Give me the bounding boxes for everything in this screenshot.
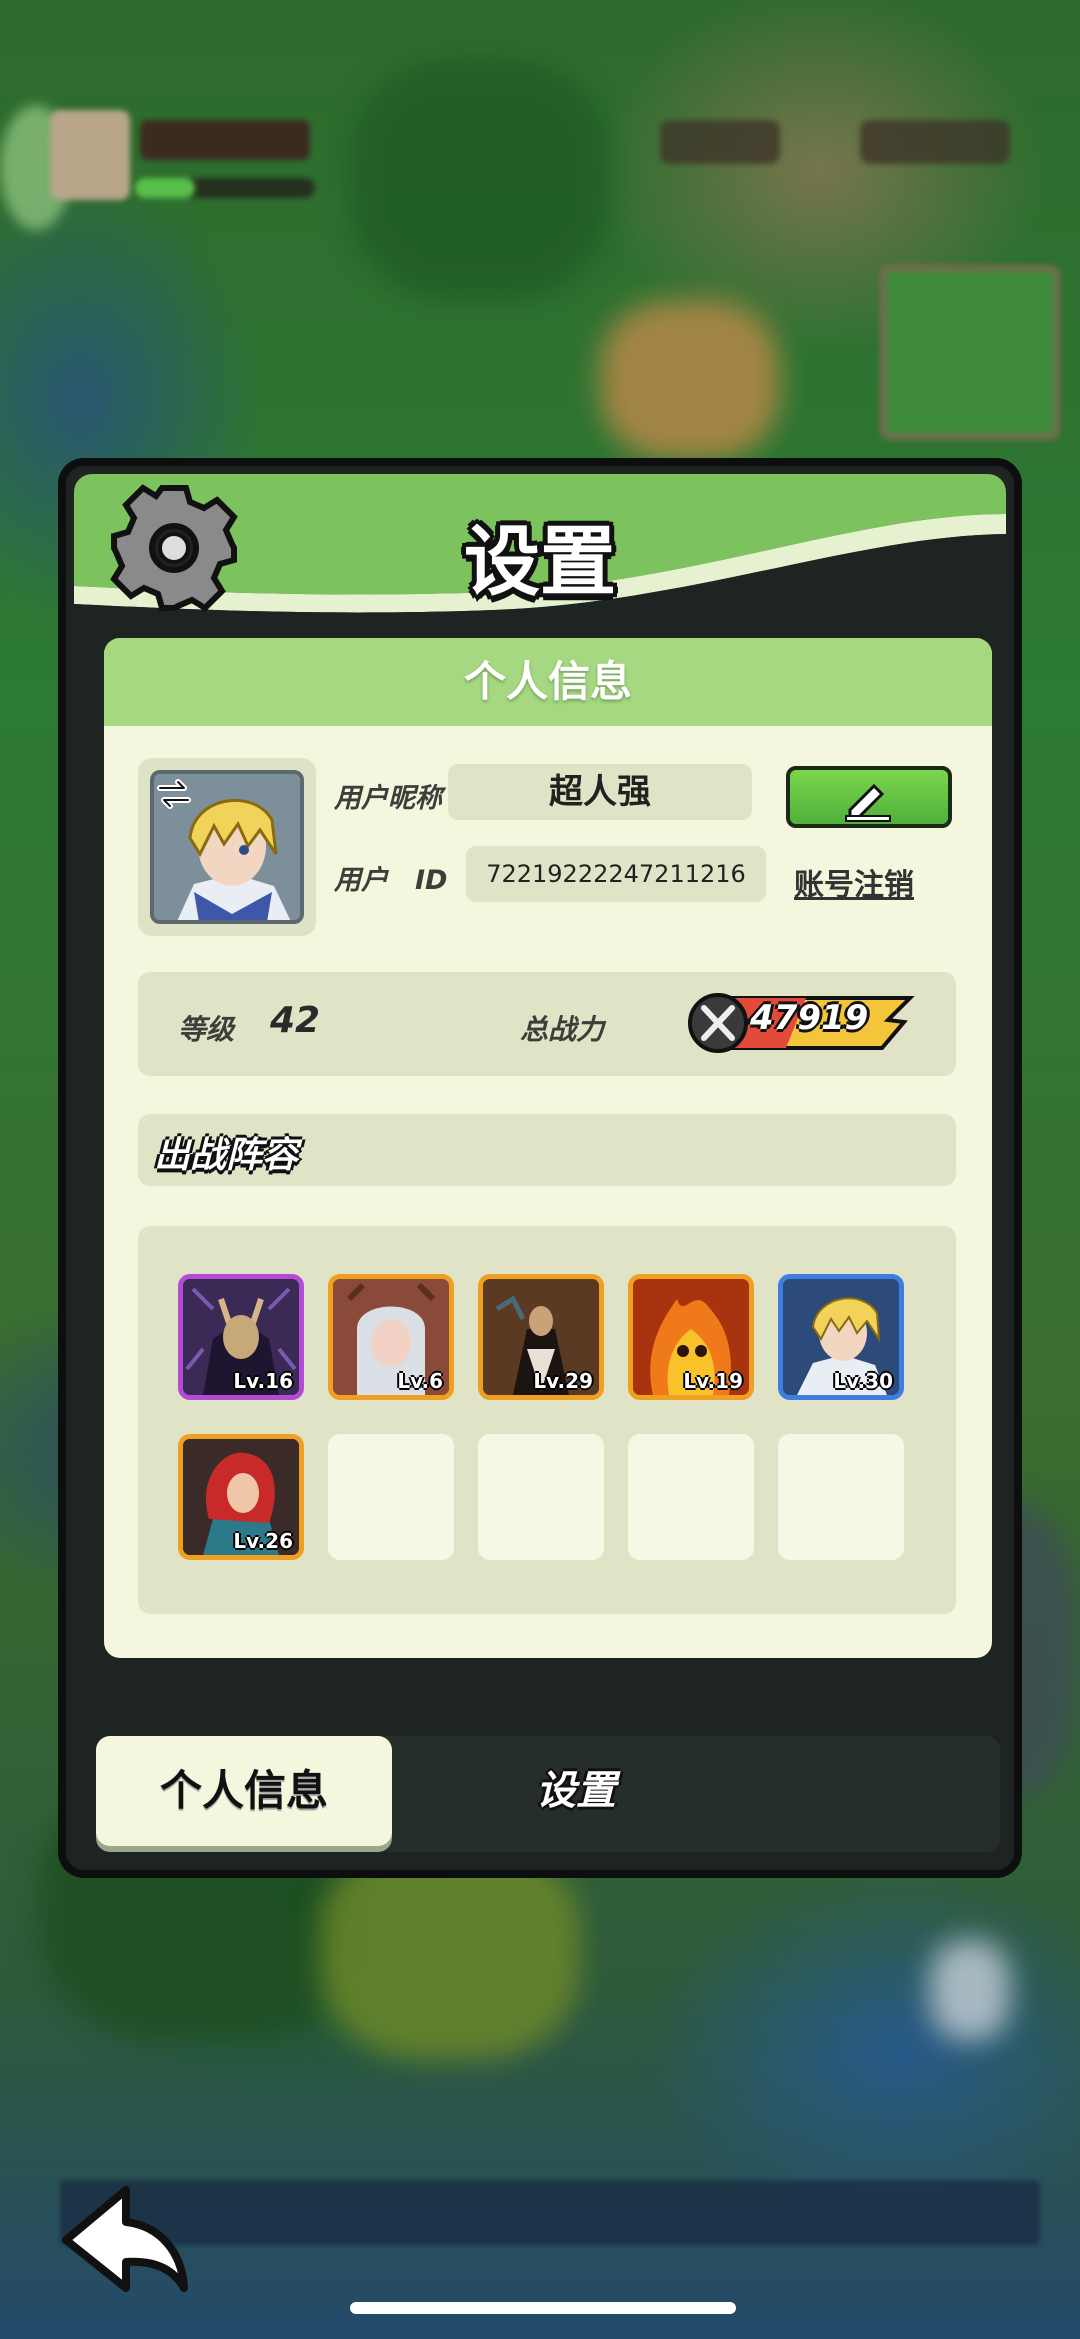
level-label: 等级 [178,1013,235,1046]
hero-slot-1[interactable]: Lv.16 [178,1274,304,1400]
home-indicator [350,2302,736,2314]
hud-resource-gem [660,120,780,164]
user-id-label: 用户 ID [334,865,448,896]
lineup-grid: Lv.16 Lv.6 Lv.29 Lv.19 Lv.30 Lv.26 [138,1226,956,1614]
nickname-label: 用户昵称 [334,783,442,814]
hero-level: Lv.19 [683,1369,743,1393]
level-value: 42 [270,1000,321,1041]
pencil-icon [845,783,891,822]
hero-slot-3[interactable]: Lv.29 [478,1274,604,1400]
power-label: 总战力 [520,1013,605,1046]
background-hut [600,300,780,460]
power-value: 47919 [750,998,869,1038]
dialog-header: 设置 [74,474,1006,624]
hero-level: Lv.26 [233,1529,293,1553]
hud-avatar[interactable] [50,110,130,200]
lineup-title: 出战阵容 [154,1135,299,1176]
empty-slot[interactable] [628,1434,754,1560]
panel-title: 个人信息 [104,638,992,726]
hero-level: Lv.30 [833,1369,893,1393]
hero-level: Lv.16 [233,1369,293,1393]
dialog-title: 设置 [464,517,616,606]
tab-personal-info[interactable]: 个人信息 [96,1736,392,1846]
background-building [930,1940,1010,2040]
hero-slot-4[interactable]: Lv.19 [628,1274,754,1400]
hud-exp-bar [135,178,315,198]
nickname-field: 超人强 [448,764,752,820]
tab-settings[interactable]: 设置 [466,1736,686,1846]
hero-level: Lv.6 [397,1369,443,1393]
background-tree [350,60,610,300]
hud-resource-gold [860,120,1010,164]
settings-dialog: 设置 个人信息 用户昵称 超人强 用户 ID 72219222247211216… [58,458,1022,1878]
swap-arrow-icon[interactable] [154,774,194,814]
empty-slot[interactable] [478,1434,604,1560]
avatar[interactable] [138,758,316,936]
minimap[interactable] [880,265,1060,440]
empty-slot[interactable] [328,1434,454,1560]
stats-bar: 等级 42 总战力 47919 [138,972,956,1076]
hero-slot-5[interactable]: Lv.30 [778,1274,904,1400]
empty-slot[interactable] [778,1434,904,1560]
profile-panel: 个人信息 用户昵称 超人强 用户 ID 72219222247211216 账号… [104,638,992,1658]
user-id-field: 72219222247211216 [466,846,766,902]
cancel-account-link[interactable]: 账号注销 [794,860,914,904]
back-arrow-icon[interactable] [56,2180,192,2296]
lineup-header: 出战阵容 [138,1114,956,1186]
hero-level: Lv.29 [533,1369,593,1393]
edit-nickname-button[interactable] [786,766,952,828]
hero-slot-2[interactable]: Lv.6 [328,1274,454,1400]
chat-bar[interactable] [60,2180,1040,2245]
tab-bar: 个人信息 设置 [96,1736,1000,1852]
hud-player-name [140,120,310,160]
hero-slot-6[interactable]: Lv.26 [178,1434,304,1560]
